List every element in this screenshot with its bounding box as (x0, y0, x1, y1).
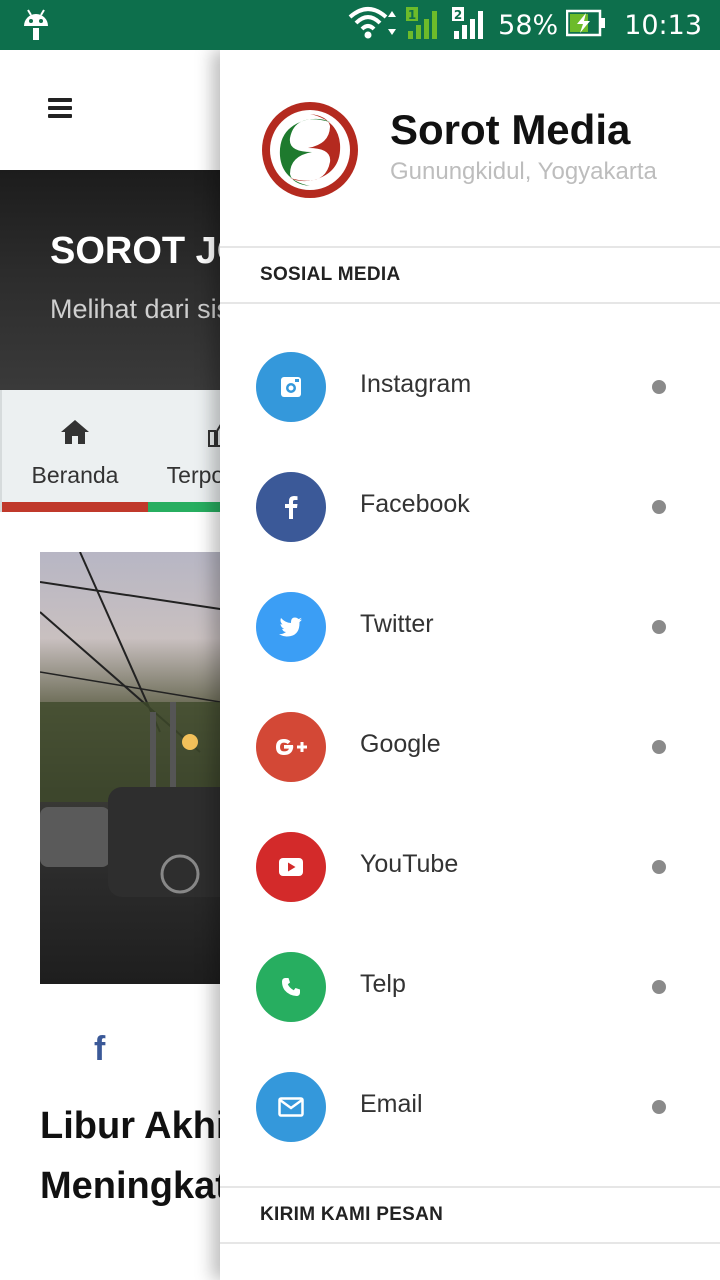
drawer-item-label: Instagram (360, 370, 472, 398)
tab-underline (2, 502, 148, 512)
drawer-item-label: Google (360, 730, 441, 758)
android-icon (22, 8, 50, 47)
item-indicator (652, 740, 666, 754)
twitter-icon (256, 592, 326, 662)
section-header-message: KIRIM KAMI PESAN (220, 1186, 720, 1244)
status-bar: 1 2 58% 10:13 (0, 0, 720, 50)
google-plus-icon (256, 712, 326, 782)
item-indicator (652, 980, 666, 994)
navigation-drawer: Sorot Media Gunungkidul, Yogyakarta SOSI… (220, 50, 720, 1280)
drawer-item-label: YouTube (360, 850, 459, 878)
item-indicator (652, 380, 666, 394)
sorot-media-logo (260, 100, 360, 200)
section-header-social: SOSIAL MEDIA (220, 246, 720, 304)
facebook-icon (256, 472, 326, 542)
signal-sim2-icon: 2 (452, 5, 490, 46)
drawer-item-label: Telp (360, 970, 406, 998)
drawer-item-instagram[interactable]: Instagram (220, 330, 720, 450)
item-indicator (652, 500, 666, 514)
svg-text:1: 1 (408, 8, 416, 22)
email-icon (256, 1072, 326, 1142)
facebook-share-icon[interactable]: f (94, 1030, 105, 1069)
svg-text:2: 2 (454, 8, 462, 22)
drawer-item-youtube[interactable]: YouTube (220, 810, 720, 930)
item-indicator (652, 1100, 666, 1114)
youtube-icon (256, 832, 326, 902)
drawer-item-twitter[interactable]: Twitter (220, 570, 720, 690)
drawer-item-email[interactable]: Email (220, 1050, 720, 1170)
signal-sim1-icon: 1 (406, 5, 444, 46)
drawer-item-label: Email (360, 1090, 423, 1118)
brand-name: Sorot Media (390, 106, 631, 153)
drawer-item-label: Facebook (360, 490, 470, 518)
drawer-item-telp[interactable]: Telp (220, 930, 720, 1050)
menu-icon[interactable] (48, 98, 72, 118)
drawer-item-facebook[interactable]: Facebook (220, 450, 720, 570)
battery-charging-icon (565, 9, 606, 42)
drawer-header: Sorot Media Gunungkidul, Yogyakarta (220, 50, 720, 246)
section-label: KIRIM KAMI PESAN (260, 1204, 444, 1225)
item-indicator (652, 860, 666, 874)
section-label: SOSIAL MEDIA (260, 264, 401, 285)
tab-label: Beranda (31, 462, 119, 488)
instagram-icon (256, 352, 326, 422)
home-icon (60, 418, 90, 451)
phone-icon (256, 952, 326, 1022)
tab-beranda[interactable]: Beranda (2, 390, 148, 512)
clock: 10:13 (624, 9, 702, 41)
drawer-item-label: Twitter (360, 610, 434, 638)
brand-location: Gunungkidul, Yogyakarta (390, 158, 657, 185)
drawer-item-google[interactable]: Google (220, 690, 720, 810)
item-indicator (652, 620, 666, 634)
battery-percent: 58% (498, 9, 559, 41)
wifi-icon (348, 5, 398, 46)
